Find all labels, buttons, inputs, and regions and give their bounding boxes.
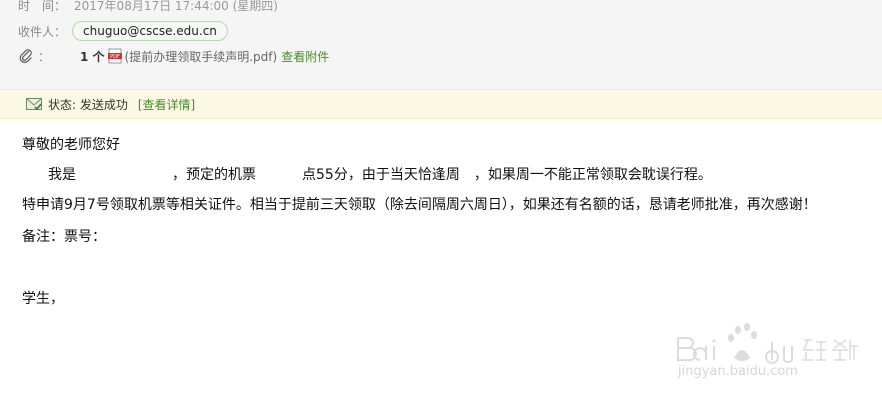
svg-text:PDF: PDF xyxy=(110,54,120,60)
recipient-chip[interactable]: chuguo@cscse.edu.cn xyxy=(72,21,228,41)
redacted-flight xyxy=(256,167,302,183)
time-row: 时 间： 2017年08月17日 17:44:00 (星期四) xyxy=(18,0,278,13)
redacted-ticket-number xyxy=(106,229,216,245)
attachment-count: 1 个 xyxy=(80,49,105,64)
view-details-link[interactable]: [查看详情] xyxy=(138,96,195,113)
view-attachment-link[interactable]: 查看附件 xyxy=(281,48,329,65)
attachment-label: ： xyxy=(38,49,51,64)
greeting: 尊敬的老师您好 xyxy=(22,137,120,153)
body-line-2: 我是 ，预定的机票 点55分，由于当天恰逢周 ，如果周一不能正常领取会耽误行程。 xyxy=(48,164,712,184)
attachment-row: ： 1 个 PDF (提前办理领取手续声明.pdf) 查看附件 xyxy=(18,45,329,67)
redacted-signature xyxy=(64,291,104,307)
mail-header: 时 间： 2017年08月17日 17:44:00 (星期四) 收件人： chu… xyxy=(0,0,882,90)
body-line-3: 特申请9月7号领取机票等相关证件。相当于提前三天领取（除去间隔周六周日），如果还… xyxy=(22,197,817,213)
ticket-note: 备注：票号： xyxy=(22,229,106,245)
watermark-url: jingyan.baidu.com xyxy=(678,364,798,379)
redacted-name xyxy=(76,167,172,183)
status-bar: 状态: 发送成功 [查看详情] xyxy=(0,90,882,119)
paperclip-icon xyxy=(19,49,32,64)
status-text: 状态: 发送成功 xyxy=(48,97,128,112)
pdf-file-icon: PDF xyxy=(107,48,122,64)
line2-part-a: 我是 xyxy=(48,167,76,183)
line2-part-c: 点55分，由于当天恰逢周 ，如果周一不能正常领取会耽误行程。 xyxy=(302,167,712,183)
recipient-label: 收件人： xyxy=(18,24,67,39)
signature-line: 学生， xyxy=(22,288,104,308)
line2-part-b: ，预定的机票 xyxy=(172,167,256,183)
attachment-name[interactable]: (提前办理领取手续声明.pdf) xyxy=(125,48,278,65)
time-label: 时 间： xyxy=(18,0,67,13)
recipient-row: 收件人： chuguo@cscse.edu.cn xyxy=(18,20,228,42)
body-line-4: 备注：票号： xyxy=(22,226,216,246)
time-value: 2017年08月17日 17:44:00 (星期四) xyxy=(74,0,278,13)
mail-sent-icon xyxy=(26,98,42,111)
signature: 学生， xyxy=(22,291,64,307)
